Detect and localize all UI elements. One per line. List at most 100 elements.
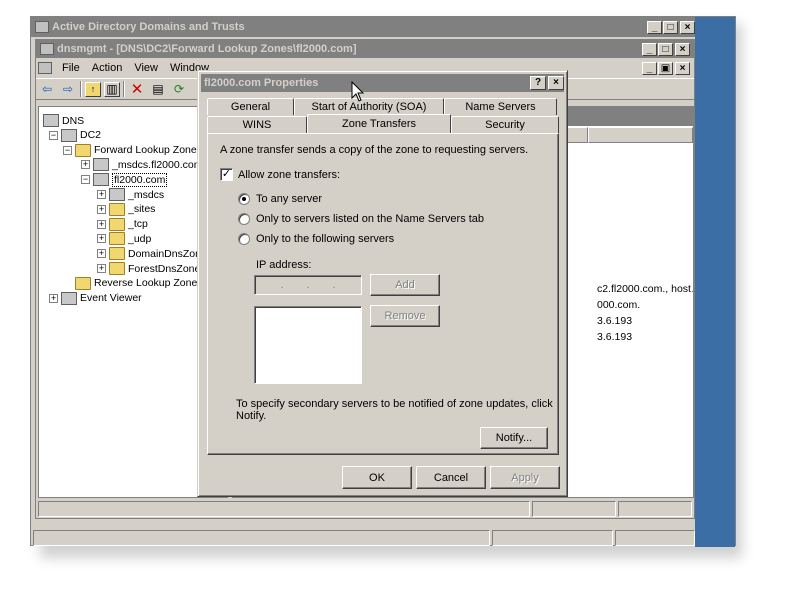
details-row-data[interactable]: 3.6.193	[597, 331, 632, 343]
mouse-cursor-icon	[351, 81, 365, 102]
tree-item-label: _udp	[128, 232, 152, 245]
zone-transfer-description: A zone transfer sends a copy of the zone…	[220, 144, 529, 156]
ip-address-input[interactable]: . . .	[254, 275, 362, 295]
radio-following-servers-label[interactable]: Only to the following servers	[256, 233, 394, 245]
tree-item[interactable]: + ForestDnsZones	[97, 261, 206, 276]
expand-icon[interactable]: +	[97, 249, 106, 259]
tree-item-label: ForestDnsZones	[128, 262, 206, 275]
radio-name-servers-only[interactable]	[238, 213, 250, 225]
apply-button[interactable]: Apply	[490, 466, 560, 489]
tree-item[interactable]: DNS	[43, 113, 84, 128]
expand-icon[interactable]: +	[97, 204, 106, 214]
expand-icon[interactable]: +	[97, 264, 106, 273]
tree-item[interactable]: + DomainDnsZones	[97, 246, 212, 261]
menu-file[interactable]: File	[56, 62, 86, 74]
tree-item-label: _msdcs	[128, 188, 165, 201]
allow-zone-transfers-label[interactable]: Allow zone transfers:	[238, 169, 340, 181]
ip-dot: .	[332, 279, 336, 291]
tree-item-label: _msdcs.fl2000.com	[112, 158, 203, 171]
radio-any-server[interactable]	[238, 193, 250, 205]
tab-general[interactable]: General	[207, 98, 294, 115]
show-tree-icon[interactable]: ▥	[104, 81, 120, 97]
dnsmgmt-maximize-button[interactable]: □	[658, 42, 673, 56]
dns-app-icon	[40, 43, 54, 55]
menu-view[interactable]: View	[128, 62, 164, 74]
zone-icon	[93, 158, 109, 172]
tree-item[interactable]: + _udp	[97, 231, 151, 246]
details-row-data[interactable]: 3.6.193	[597, 315, 632, 327]
menu-action[interactable]: Action	[86, 62, 129, 74]
collapse-icon[interactable]: −	[49, 130, 58, 140]
dialog-titlebar[interactable]: fl2000.com Properties ? ×	[201, 74, 564, 92]
details-row-data[interactable]: c2.fl2000.com., host…	[597, 283, 693, 295]
minimize-button[interactable]: _	[647, 20, 662, 34]
tab-soa[interactable]: Start of Authority (SOA)	[294, 98, 444, 115]
dnsmgmt-title: dnsmgmt - [DNS\DC2\Forward Lookup Zones\…	[57, 43, 357, 55]
cancel-button[interactable]: Cancel	[416, 466, 486, 489]
maximize-button[interactable]: □	[663, 20, 678, 34]
doc-restore-button[interactable]: ▣	[658, 61, 673, 75]
tab-security[interactable]: Security	[451, 116, 559, 133]
expand-icon[interactable]: +	[81, 160, 90, 170]
refresh-icon[interactable]: ⟳	[170, 80, 188, 98]
allow-zone-transfers-checkbox[interactable]: ✓	[220, 168, 233, 181]
collapse-icon[interactable]: −	[63, 145, 72, 155]
zone-icon	[93, 173, 109, 187]
expand-icon[interactable]: +	[49, 293, 58, 303]
tree-item[interactable]: − Forward Lookup Zones	[63, 143, 202, 158]
remove-button[interactable]: Remove	[370, 305, 440, 327]
status-cell	[532, 501, 617, 517]
help-button[interactable]: ?	[530, 76, 546, 90]
doc-minimize-button[interactable]: _	[642, 61, 657, 75]
tree-item-label: _tcp	[128, 218, 148, 231]
dnsmgmt-titlebar[interactable]: dnsmgmt - [DNS\DC2\Forward Lookup Zones\…	[36, 40, 694, 58]
properties-icon[interactable]: ▤	[149, 80, 167, 98]
ok-button[interactable]: OK	[342, 466, 412, 489]
up-folder-icon[interactable]: ↑	[85, 81, 101, 97]
tab-name-servers[interactable]: Name Servers	[444, 98, 557, 115]
folder-icon	[75, 143, 91, 157]
back-arrow-icon[interactable]: ⇦	[38, 80, 56, 98]
dialog-close-button[interactable]: ×	[548, 76, 564, 90]
status-cell	[491, 530, 614, 546]
tree-item[interactable]: + _sites	[97, 202, 155, 217]
expand-icon[interactable]: +	[97, 190, 106, 199]
close-button[interactable]: ×	[680, 20, 695, 34]
add-button[interactable]: Add	[370, 274, 440, 296]
dnsmgmt-minimize-button[interactable]: _	[642, 42, 657, 56]
dnsmgmt-close-button[interactable]: ×	[675, 42, 690, 56]
tree-item[interactable]: + _msdcs	[97, 187, 164, 202]
tree-item[interactable]: − fl2000.com	[81, 172, 168, 187]
ad-app-icon	[35, 21, 49, 33]
tree-item[interactable]: + _tcp	[97, 217, 148, 232]
toolbar-separator	[123, 81, 125, 97]
tree-item[interactable]: + _msdcs.fl2000.com	[81, 157, 202, 172]
ad-window-titlebar[interactable]: Active Directory Domains and Trusts _ □ …	[31, 17, 735, 37]
notify-instructions: To specify secondary servers to be notif…	[236, 398, 553, 410]
expand-icon[interactable]: +	[97, 219, 106, 229]
tab-zone-transfers[interactable]: Zone Transfers	[307, 114, 451, 133]
radio-any-server-label[interactable]: To any server	[256, 193, 322, 205]
notify-button[interactable]: Notify...	[480, 427, 548, 449]
column-header[interactable]	[587, 127, 693, 143]
expand-icon[interactable]: +	[97, 234, 106, 244]
tree-item[interactable]: + Event Viewer	[49, 291, 142, 306]
event-viewer-icon	[61, 291, 77, 305]
ad-window-title: Active Directory Domains and Trusts	[52, 21, 245, 33]
tree-item-label: DNS	[62, 114, 85, 127]
server-list[interactable]	[254, 306, 362, 384]
tab-wins[interactable]: WINS	[207, 116, 307, 133]
collapse-icon[interactable]: −	[81, 175, 90, 185]
tree-item[interactable]: Reverse Lookup Zones	[63, 276, 203, 291]
tree-item-label: DC2	[80, 129, 102, 142]
radio-name-servers-only-label[interactable]: Only to servers listed on the Name Serve…	[256, 213, 484, 225]
details-row-data[interactable]: 000.com.	[597, 299, 640, 311]
folder-icon	[109, 247, 125, 261]
mmc-doc-icon[interactable]	[38, 62, 52, 74]
delete-icon[interactable]: ✕	[128, 80, 146, 98]
radio-following-servers[interactable]	[238, 233, 250, 245]
doc-close-button[interactable]: ×	[675, 61, 690, 75]
outer-status-bar	[31, 529, 697, 547]
tree-item[interactable]: − DC2	[49, 128, 101, 143]
forward-arrow-icon[interactable]: ⇨	[59, 80, 77, 98]
